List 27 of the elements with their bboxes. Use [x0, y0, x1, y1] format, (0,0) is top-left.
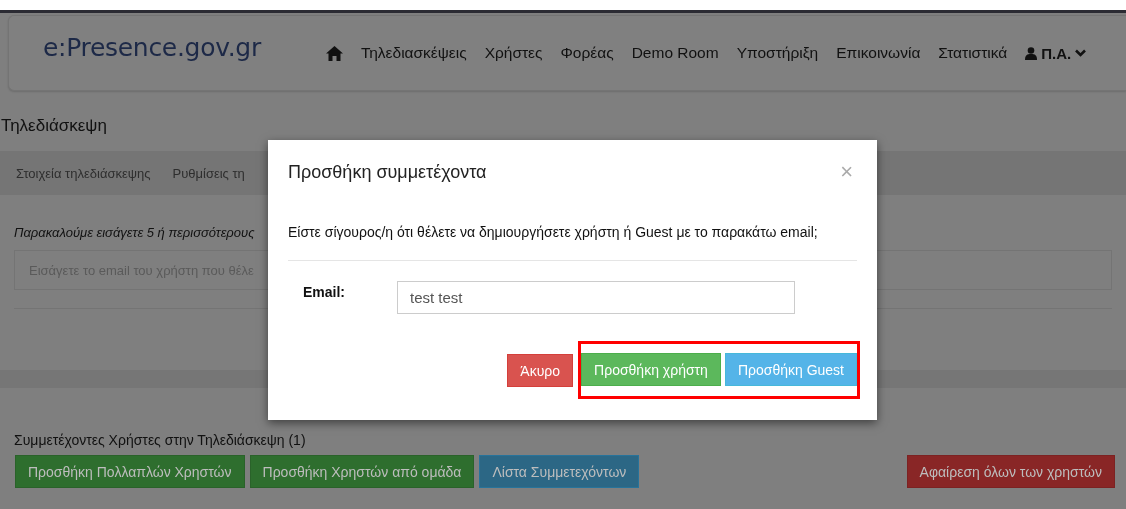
chevron-down-icon	[1075, 49, 1087, 57]
dialog-button[interactable]: Προσθήκη χρήστη	[581, 353, 721, 386]
action-button[interactable]: Προσθήκη Χρηστών από ομάδα	[249, 455, 475, 488]
participants-heading: Συμμετέχοντες Χρήστες στην Τηλεδιάσκεψη (1)	[14, 432, 307, 448]
email-field[interactable]: test test	[397, 281, 795, 314]
tab[interactable]: Στοιχεία τηλεδιάσκεψης	[16, 165, 151, 181]
site-logo[interactable]: e:Presence.gov.gr	[43, 32, 261, 62]
email-label: Email:	[303, 283, 346, 300]
instruction-text: Παρακαλούμε εισάγετε 5 ή περισσότερους	[14, 225, 255, 240]
page-title: Τηλεδιάσκεψη	[1, 116, 107, 137]
action-button[interactable]: Λίστα Συμμετεχόντων	[479, 455, 640, 488]
dialog-title: Προσθήκη συμμετέχοντα	[288, 161, 487, 183]
user-icon	[1025, 46, 1038, 60]
nav-link[interactable]: Demo Room	[622, 44, 728, 62]
nav-link[interactable]: Επικοινωνία	[827, 44, 930, 62]
home-icon	[325, 45, 343, 61]
nav-link[interactable]: Φορέας	[551, 44, 623, 62]
nav-link[interactable]: Στατιστικά	[929, 44, 1017, 62]
dialog-button[interactable]: Άκυρο	[507, 354, 574, 387]
nav-link[interactable]: Χρήστες	[475, 44, 552, 62]
confirmation-text: Είστε σίγουρος/η ότι θέλετε να δημιουργήσετε χρήστη ή Guest με το παρακάτω email;	[288, 224, 857, 261]
action-button[interactable]: Προσθήκη Πολλαπλών Χρηστών	[15, 455, 245, 488]
nav-link[interactable]: Υποστήριξη	[727, 44, 828, 62]
action-button[interactable]: Αφαίρεση όλων των χρηστών	[906, 455, 1115, 488]
nav-link[interactable]: Τηλεδιασκέψεις	[351, 44, 476, 62]
tab[interactable]: Ρυθμίσεις τη	[172, 165, 245, 181]
user-menu[interactable]: Π.Α.	[1016, 44, 1095, 62]
